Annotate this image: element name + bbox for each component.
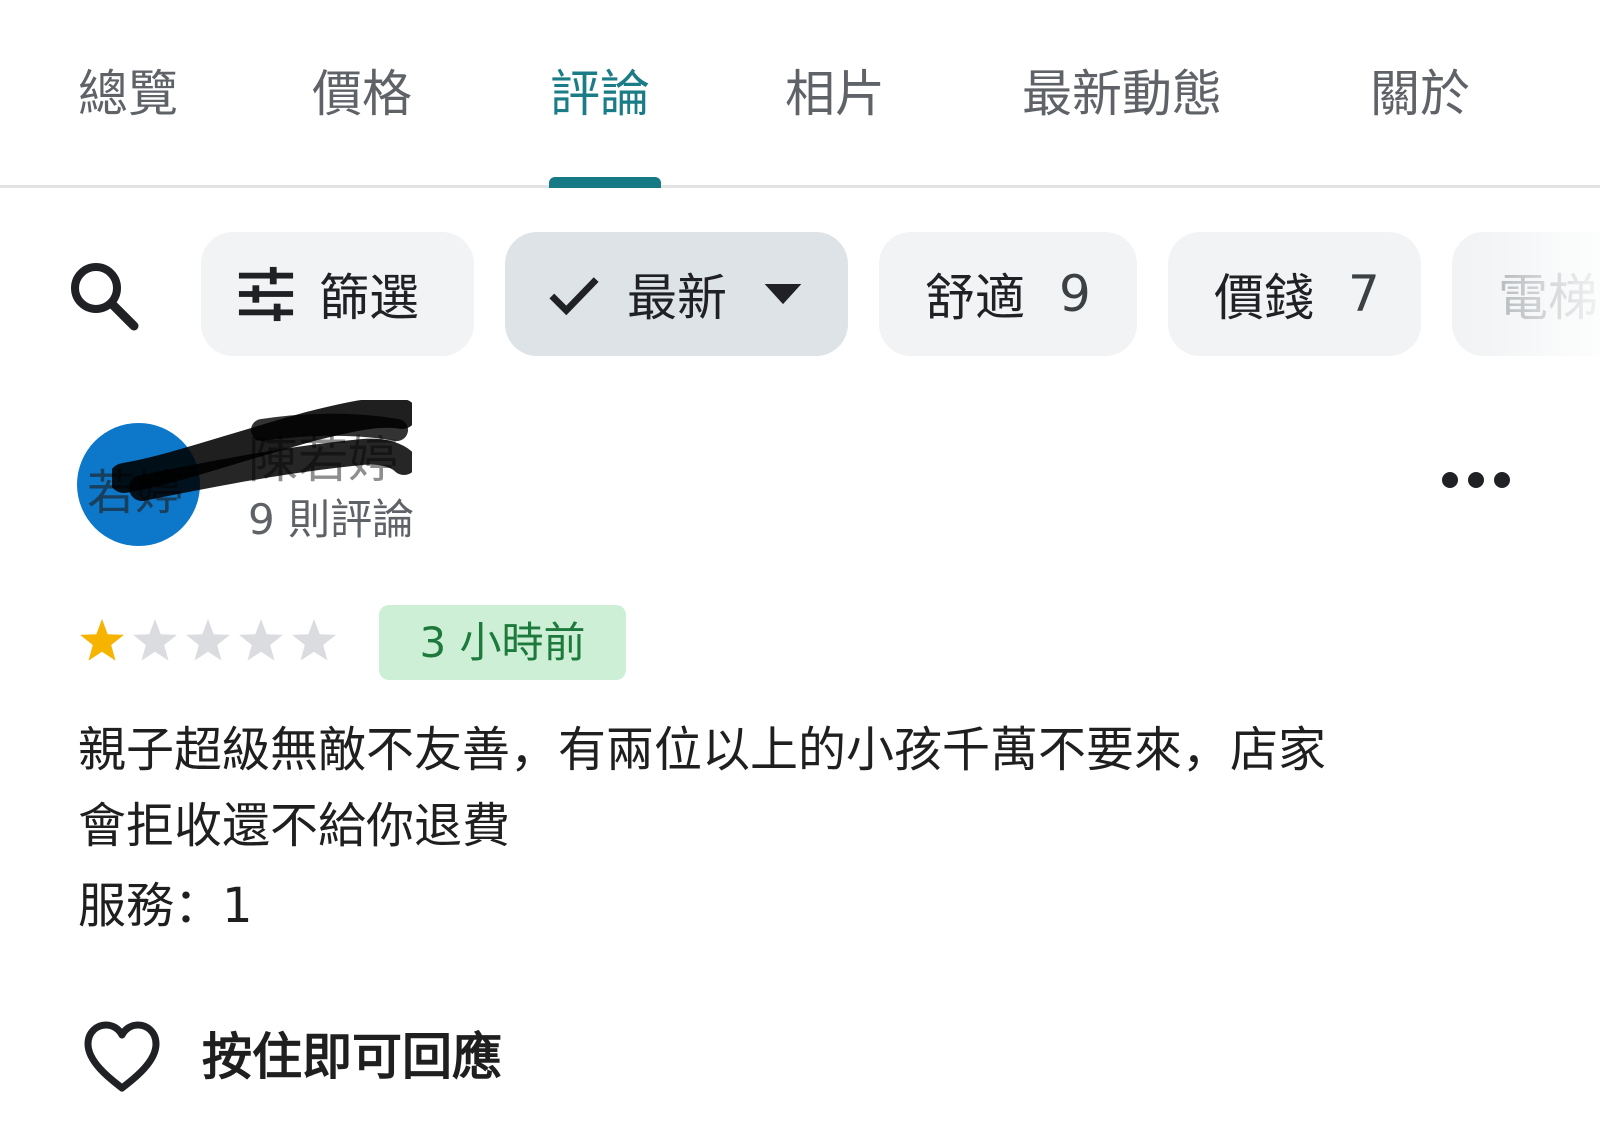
react-button[interactable]: 按住即可回應 (0, 1010, 1600, 1110)
topic-chip-elevator[interactable]: 電梯 (1452, 232, 1600, 356)
review-time-badge: 3 小時前 (379, 605, 626, 680)
filter-chip[interactable]: 篩選 (201, 232, 474, 356)
review-text-line: 會拒收還不給你退費 (78, 798, 511, 854)
more-horiz-icon[interactable] (1440, 460, 1512, 500)
topic-chip-price[interactable]: 價錢 7 (1168, 232, 1421, 356)
heart-outline-icon (84, 1021, 160, 1092)
tab-updates[interactable]: 最新動態 (1022, 54, 1222, 134)
star-filled-icon (80, 619, 124, 661)
review-text: 親子超級無敵不友善，有兩位以上的小孩千萬不要來，店家 會拒收還不給你退費 (78, 712, 1528, 864)
tune-icon (238, 266, 294, 322)
reviewer-name[interactable]: 陳若婷 (248, 420, 398, 492)
topic-chip-label: 電梯 (1498, 269, 1598, 327)
service-rating: 服務：1 (78, 878, 253, 934)
tab-photos[interactable]: 相片 (785, 54, 885, 134)
filter-chip-label: 篩選 (319, 269, 419, 327)
star-rating (80, 619, 336, 661)
sort-chip[interactable]: 最新 (505, 232, 848, 356)
reviews-page: 總覽 價格 評論 相片 最新動態 關於 篩選 最新 舒適 9 價錢 7 電梯 若… (0, 0, 1600, 1142)
topic-chip-label: 舒適 (925, 269, 1025, 327)
tab-prices[interactable]: 價格 (312, 54, 412, 134)
reviewer-review-count: 9 則評論 (248, 495, 415, 544)
topic-chip-count: 9 (1059, 265, 1091, 323)
tab-bar: 總覽 價格 評論 相片 最新動態 關於 (0, 0, 1600, 188)
star-empty-icon (133, 619, 177, 661)
avatar-initials: 若婷 (87, 465, 184, 521)
sort-chip-label: 最新 (627, 269, 727, 327)
tab-reviews[interactable]: 評論 (550, 54, 650, 134)
topic-chip-count: 7 (1348, 265, 1380, 323)
active-tab-indicator (549, 177, 661, 188)
tab-overview[interactable]: 總覽 (78, 54, 178, 134)
topic-chip-comfort[interactable]: 舒適 9 (879, 232, 1137, 356)
star-empty-icon (239, 619, 283, 661)
check-icon (549, 277, 599, 316)
topic-chip-label: 價錢 (1214, 269, 1314, 327)
star-empty-icon (186, 619, 230, 661)
search-icon[interactable] (62, 254, 146, 338)
react-label: 按住即可回應 (202, 1028, 502, 1086)
arrow-drop-down-icon (764, 284, 802, 305)
review-filter-row: 篩選 最新 舒適 9 價錢 7 電梯 (0, 232, 1600, 356)
review-text-line: 親子超級無敵不友善，有兩位以上的小孩千萬不要來，店家 (78, 722, 1327, 778)
star-empty-icon (292, 619, 336, 661)
tab-about[interactable]: 關於 (1370, 54, 1470, 134)
reviewer-header: 若婷 陳若婷 9 則評論 (0, 400, 1600, 560)
rating-row: 3 小時前 (0, 605, 1600, 681)
avatar[interactable]: 若婷 (77, 423, 200, 546)
